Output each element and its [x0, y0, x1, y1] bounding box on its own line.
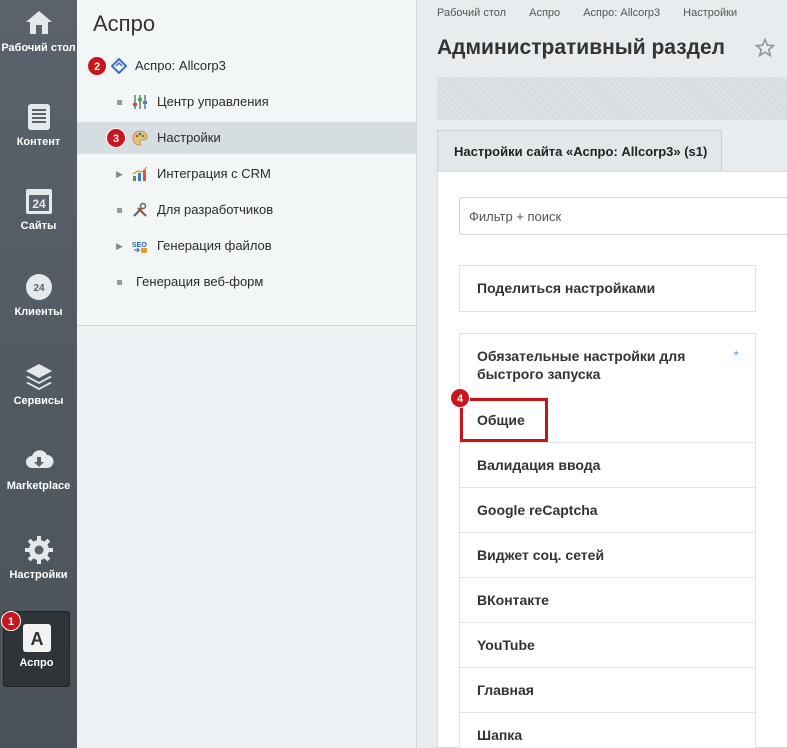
- cloud-24-icon: 24: [25, 274, 52, 300]
- breadcrumb-item[interactable]: Рабочий стол: [437, 7, 506, 19]
- menu-item-control-center[interactable]: Центр управления: [77, 86, 416, 118]
- menu-item-settings[interactable]: Настройки: [77, 122, 416, 154]
- section-item-vkontakte[interactable]: ВКонтакте: [460, 577, 755, 622]
- menu-item-aspro-allcorp3[interactable]: Аспро: Allcorp3: [77, 50, 416, 82]
- required-asterisk-icon: *: [733, 347, 739, 363]
- menu-item-label: Настройки: [157, 130, 221, 145]
- step-badge-2: 2: [87, 56, 107, 76]
- toolbar: [437, 77, 787, 120]
- expand-arrow-icon[interactable]: ▶: [116, 230, 123, 262]
- rail-item-services[interactable]: Сервисы: [0, 361, 77, 408]
- menu-item-label: Генерация веб-форм: [136, 274, 264, 289]
- document-icon: [27, 104, 50, 130]
- rail-item-desktop[interactable]: Рабочий стол: [0, 8, 77, 55]
- menu-item-label: Центр управления: [157, 94, 269, 109]
- rail-label-services: Сервисы: [13, 395, 64, 407]
- menu-item-label: Аспро: Allcorp3: [135, 58, 226, 73]
- bullet-marker: [117, 100, 122, 105]
- step-badge-1: 1: [1, 611, 21, 631]
- svg-text:SEO: SEO: [132, 242, 147, 249]
- section-label: Обязательные настройки для быстрого запу…: [477, 348, 686, 382]
- tools-icon: [133, 202, 147, 217]
- section-item-main[interactable]: Главная: [460, 667, 755, 712]
- calendar-24-icon: 24: [25, 189, 52, 214]
- aspro-a-icon: A: [22, 624, 51, 652]
- bullet-marker: [117, 208, 122, 213]
- admin-rail: Рабочий стол Контент 24 Сайты 24 Клиенты: [0, 0, 77, 748]
- menu-item-label: Генерация файлов: [157, 238, 272, 253]
- svg-text:24: 24: [32, 197, 46, 211]
- home-icon: [25, 11, 52, 34]
- breadcrumb-item[interactable]: Аспро: Allcorp3: [583, 7, 660, 19]
- menu-title: Аспро: [93, 11, 156, 36]
- rail-label-sites: Сайты: [20, 220, 57, 232]
- step-badge-4: 4: [450, 388, 470, 408]
- rail-label-marketplace: Marketplace: [6, 480, 71, 492]
- breadcrumb: Рабочий стол Аспро Аспро: Allcorp3 Настр…: [437, 7, 737, 19]
- filter-search-box[interactable]: [459, 197, 787, 235]
- breadcrumb-item[interactable]: Настройки: [683, 7, 737, 19]
- star-icon[interactable]: [755, 38, 775, 58]
- section-item-header[interactable]: Шапка: [460, 712, 755, 748]
- rail-item-content[interactable]: Контент: [0, 102, 77, 149]
- menu-item-file-generation[interactable]: ▶ SEO Генерация файлов: [77, 230, 416, 262]
- section-item-general[interactable]: Общие: [460, 397, 548, 442]
- section-item-youtube[interactable]: YouTube: [460, 622, 755, 667]
- section-menu: Аспро Аспро: Allcorp3 Центр управления Н…: [77, 0, 417, 748]
- bullet-marker: [117, 280, 122, 285]
- tab-site-settings[interactable]: Настройки сайта «Аспро: Allcorp3» (s1): [437, 130, 722, 172]
- section-item-required[interactable]: Обязательные настройки для быстрого запу…: [460, 334, 755, 397]
- page-title: Административный раздел: [437, 36, 726, 59]
- menu-item-crm-integration[interactable]: ▶ Интеграция с CRM: [77, 158, 416, 190]
- rail-item-clients[interactable]: 24 Клиенты: [0, 272, 77, 319]
- menu-item-developers[interactable]: Для разработчиков: [77, 194, 416, 226]
- seo-icon: SEO: [132, 242, 147, 253]
- gear-icon: [24, 536, 53, 564]
- expand-arrow-icon[interactable]: ▶: [116, 158, 123, 190]
- sliders-icon: [133, 95, 147, 109]
- menu-item-webform-generation[interactable]: Генерация веб-форм: [77, 266, 416, 298]
- rail-label-desktop: Рабочий стол: [1, 42, 76, 54]
- section-item-input-validation[interactable]: Валидация ввода: [460, 442, 755, 487]
- share-settings-box: Поделиться настройками: [459, 265, 756, 312]
- section-item-social-widget[interactable]: Виджет соц. сетей: [460, 532, 755, 577]
- svg-text:24: 24: [33, 283, 45, 294]
- section-item-google-recaptcha[interactable]: Google reCaptcha: [460, 487, 755, 532]
- rail-label-aspro: Аспро: [19, 657, 54, 669]
- palette-icon: [132, 130, 148, 146]
- menu-item-label: Интеграция с CRM: [157, 166, 271, 181]
- rail-label-clients: Клиенты: [14, 306, 63, 318]
- filter-search-input[interactable]: [460, 198, 760, 234]
- main-content: Рабочий стол Аспро Аспро: Allcorp3 Настр…: [417, 0, 787, 748]
- chart-icon: [132, 166, 148, 181]
- rail-label-settings: Настройки: [9, 569, 68, 581]
- svg-text:A: A: [30, 629, 43, 649]
- menu-tree: Аспро Аспро: Allcorp3 Центр управления Н…: [77, 0, 416, 326]
- settings-sections-list: Обязательные настройки для быстрого запу…: [459, 333, 756, 748]
- share-settings-item[interactable]: Поделиться настройками: [460, 266, 755, 311]
- rail-item-settings[interactable]: Настройки: [0, 535, 77, 582]
- rail-label-content: Контент: [16, 136, 61, 148]
- step-badge-3: 3: [106, 128, 126, 148]
- layers-icon: [25, 364, 52, 390]
- breadcrumb-item[interactable]: Аспро: [529, 7, 560, 19]
- menu-item-label: Для разработчиков: [157, 202, 274, 217]
- cloud-download-icon: [25, 450, 53, 468]
- rail-item-sites[interactable]: 24 Сайты: [0, 186, 77, 233]
- aspro-logo-icon: [111, 58, 127, 74]
- rail-item-marketplace[interactable]: Marketplace: [0, 446, 77, 493]
